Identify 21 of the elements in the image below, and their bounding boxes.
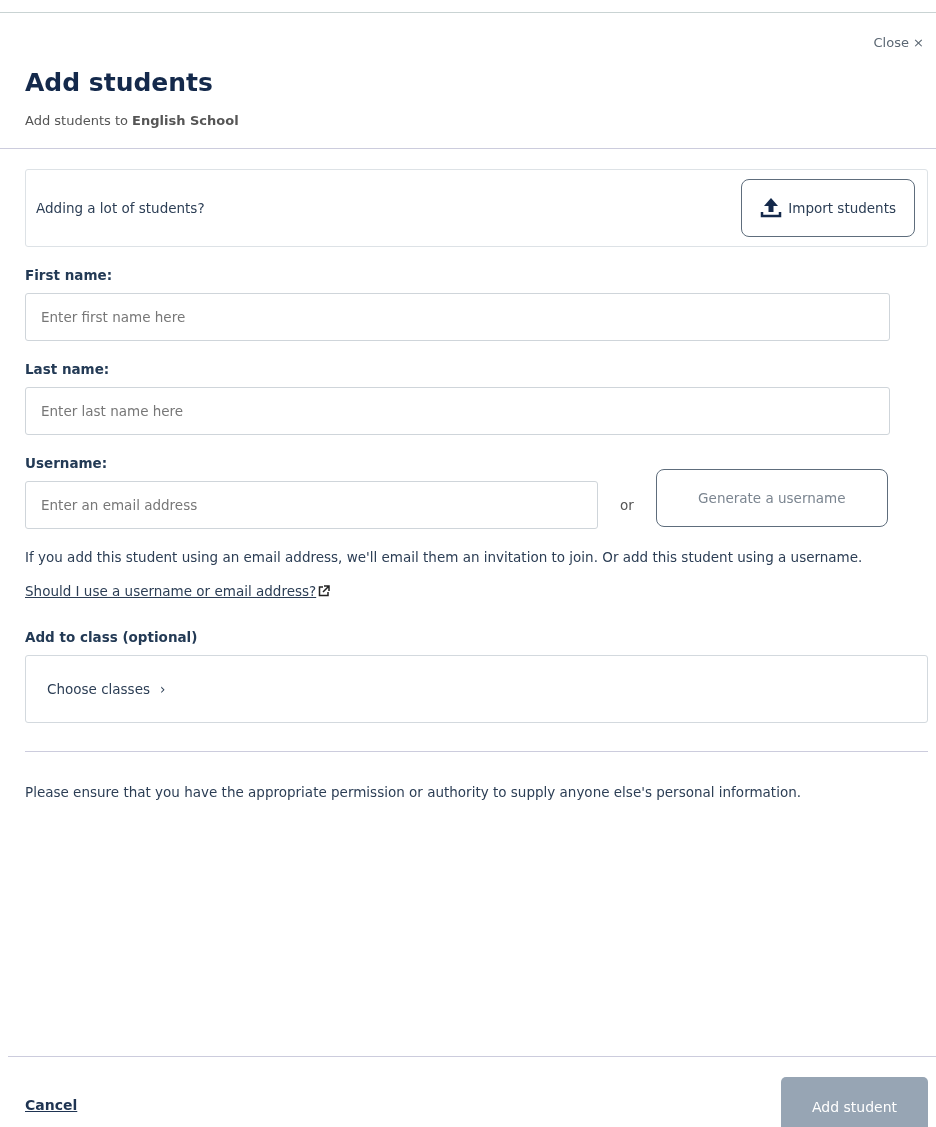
help-text: If you add this student using an email address, we'll email them an invitation to join. Or add this student using a username. <box>25 548 864 567</box>
dialog-subtitle: Add students to English School <box>25 113 240 128</box>
import-prompt: Adding a lot of students? <box>36 199 205 218</box>
email-field[interactable]: Enter an email address <box>25 481 598 529</box>
generate-username-button[interactable]: Generate a username <box>655 469 888 527</box>
close-button[interactable]: Close × <box>873 35 924 50</box>
or-text: or <box>620 497 634 513</box>
import-button[interactable]: Import students <box>741 179 915 237</box>
field-label: First name: <box>25 267 114 283</box>
text-field[interactable]: Enter first name here <box>25 293 890 341</box>
permission-notice: Please ensure that you have the appropriate permission or authority to supply anyone else's personal information. <box>25 783 802 802</box>
field-label: Last name: <box>25 361 111 377</box>
dialog-title: Add students <box>25 68 214 97</box>
choose-classes-button[interactable]: Choose classes › <box>25 655 928 723</box>
external-link-icon <box>318 585 331 597</box>
help-link[interactable]: Should I use a username or email address? <box>25 583 317 599</box>
field-label: Add to class (optional) <box>25 629 199 645</box>
upload-icon <box>760 197 783 219</box>
text-field[interactable]: Enter last name here <box>25 387 890 435</box>
cancel-link[interactable]: Cancel <box>25 1097 78 1113</box>
field-label: Username: <box>25 455 109 471</box>
